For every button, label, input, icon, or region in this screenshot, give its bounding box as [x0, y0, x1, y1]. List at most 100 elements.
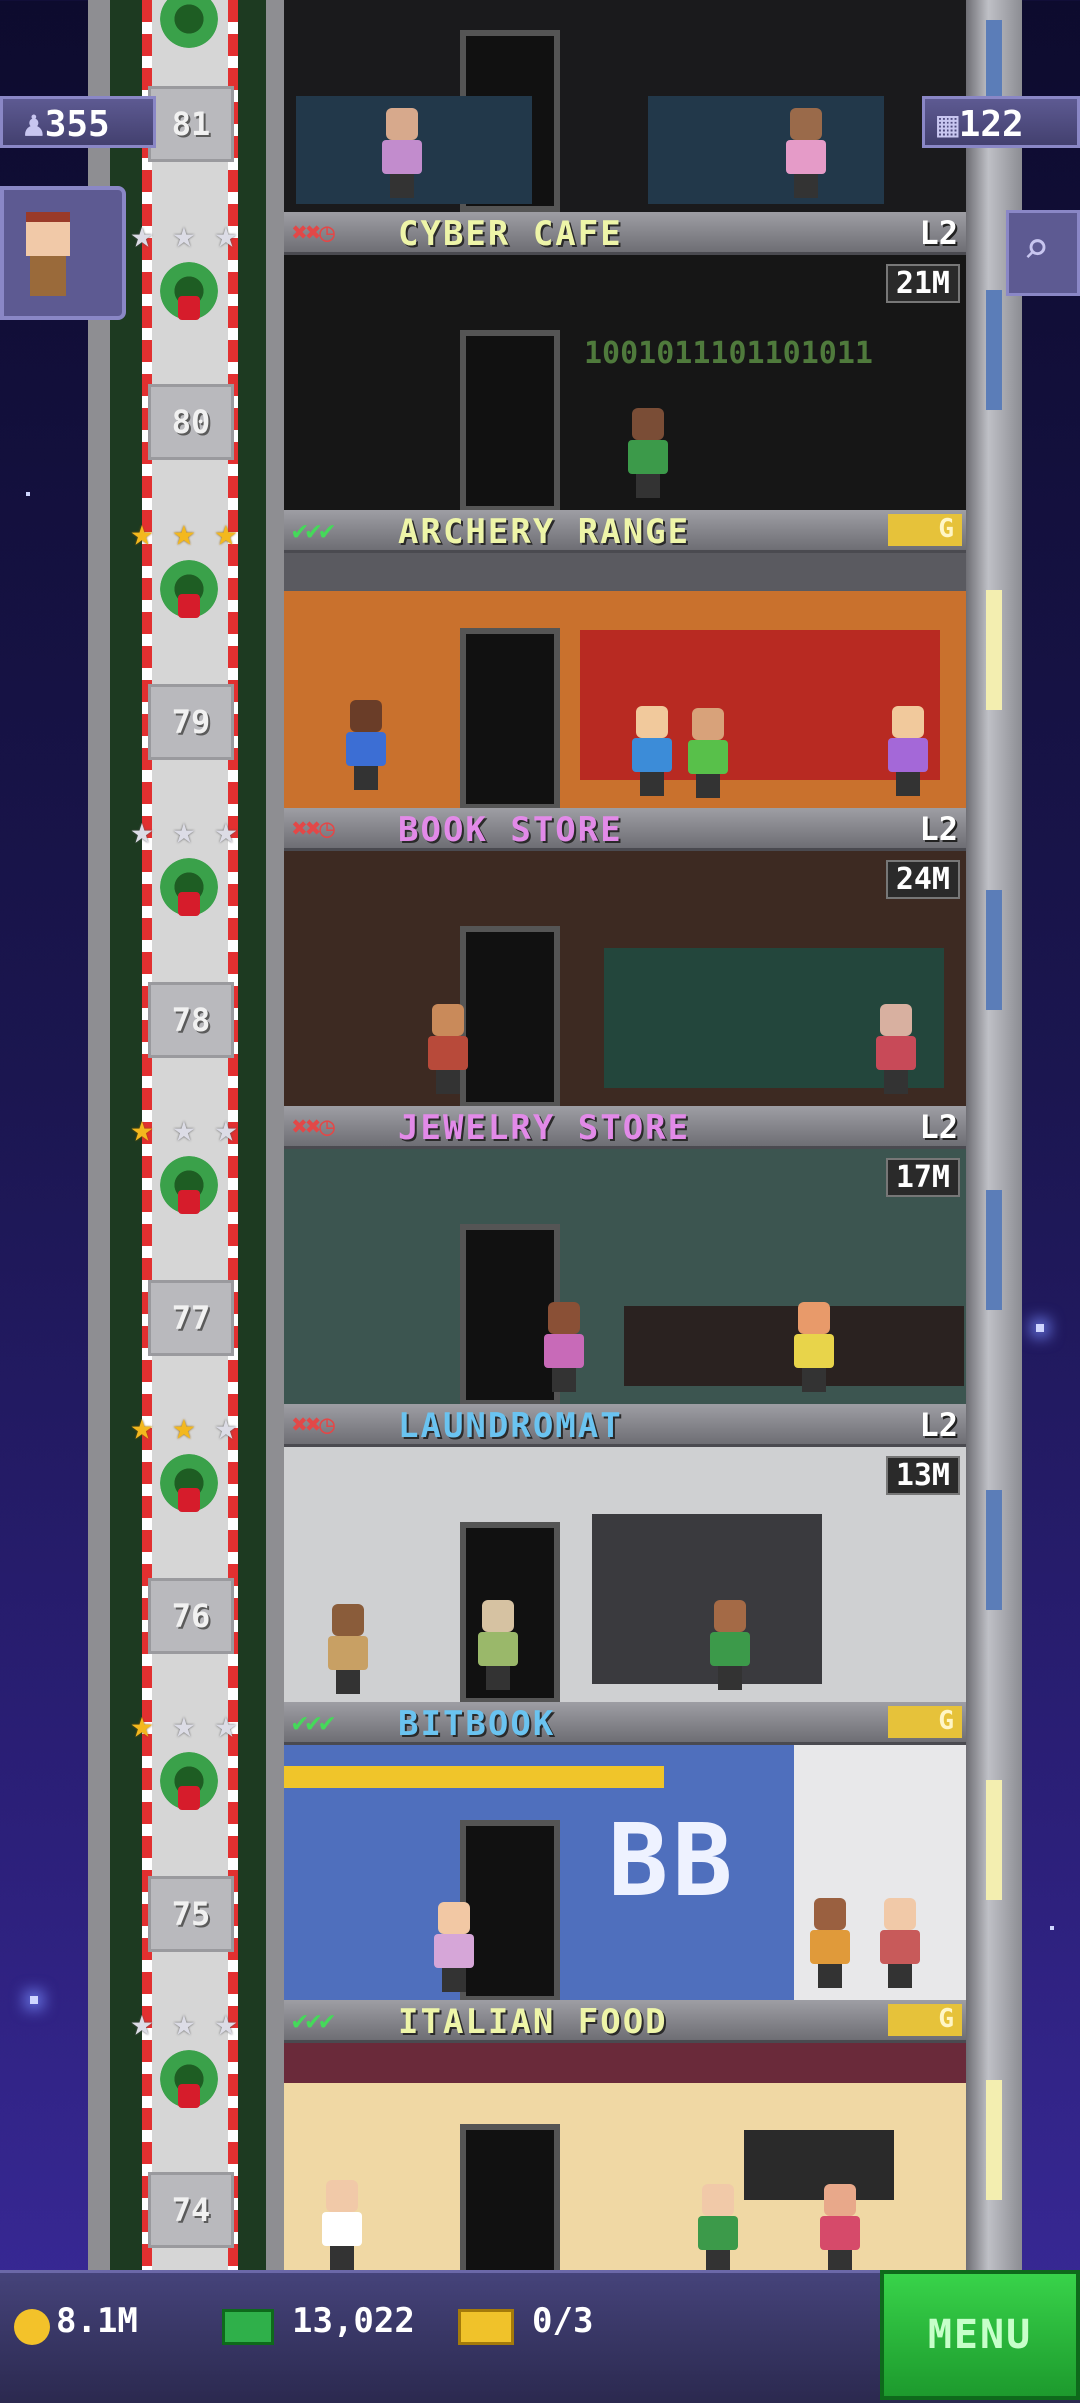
floor-title-bar: ✔✔✔ ITALIAN FOOD G — [284, 2000, 966, 2043]
silver-star-icon: ★ — [172, 1106, 196, 1150]
population-value: 355 — [44, 104, 110, 145]
floor-title-bar: ✔✔✔ ARCHERY RANGE G — [284, 510, 966, 553]
resident-figure[interactable] — [874, 1004, 918, 1094]
resident-figure[interactable] — [784, 108, 828, 198]
wreath-bow-icon — [178, 1786, 200, 1810]
floor-cyber-cafe[interactable]: ✖✖◷ CYBER CAFE L2 21M 1001011101101011 — [284, 212, 966, 510]
floor-number: 75 — [148, 1876, 234, 1952]
bux-value[interactable]: 13,022 — [292, 2301, 415, 2341]
bitizen-avatar-button[interactable] — [0, 186, 126, 320]
resident-figure[interactable] — [426, 1004, 470, 1094]
gold-star-icon: ★ — [130, 510, 154, 554]
silver-star-icon: ★ — [172, 2000, 196, 2044]
floor-title-bar: ✖✖◷ LAUNDROMAT L2 — [284, 1404, 966, 1447]
tower-window — [986, 1780, 1002, 1900]
gold-star-icon: ★ — [130, 1702, 154, 1746]
status-marks: ✔✔✔ — [292, 1708, 335, 1738]
resident-figure[interactable] — [344, 700, 388, 790]
floor-number: 79 — [148, 684, 234, 760]
floor-laundromat[interactable]: ✖✖◷ LAUNDROMAT L2 13M — [284, 1404, 966, 1702]
status-marks: ✖✖◷ — [292, 1410, 335, 1440]
wreath-bow-icon — [178, 892, 200, 916]
restock-timer[interactable]: 21M — [885, 264, 960, 303]
coin-icon — [14, 2309, 50, 2345]
floor-star-rating: ★ ★ ★ — [124, 212, 244, 256]
resident-figure[interactable] — [432, 1902, 476, 1992]
floor-title-bar: ✖✖◷ CYBER CAFE L2 — [284, 212, 966, 255]
silver-star-icon: ★ — [130, 2000, 154, 2044]
tower-window — [986, 590, 1002, 710]
population-counter[interactable]: ♟355 — [0, 96, 156, 148]
binary-decor-text: 1001011101101011 — [584, 336, 873, 371]
wreath-bow-icon — [178, 594, 200, 618]
floor-book-store[interactable]: ✖✖◷ BOOK STORE L2 24M — [284, 808, 966, 1106]
floor-star-rating: ★ ★ ★ — [124, 1106, 244, 1150]
coins-value[interactable]: 8.1M — [56, 2301, 138, 2341]
silver-star-icon: ★ — [214, 808, 238, 852]
wreath-bow-icon — [178, 296, 200, 320]
silver-star-icon: ★ — [172, 1702, 196, 1746]
restock-timer[interactable]: 13M — [885, 1456, 960, 1495]
silver-star-icon: ★ — [214, 1702, 238, 1746]
resident-figure[interactable] — [686, 708, 730, 798]
floor-name: LAUNDROMAT — [398, 1406, 623, 1446]
floor-door — [460, 330, 560, 510]
avatar-body — [30, 256, 66, 296]
silver-star-icon: ★ — [214, 212, 238, 256]
silver-star-icon: ★ — [172, 212, 196, 256]
gold-star-icon: ★ — [172, 510, 196, 554]
gold-star-icon: ★ — [130, 1404, 154, 1448]
resident-figure[interactable] — [808, 1898, 852, 1988]
floor-name: JEWELRY STORE — [398, 1108, 691, 1148]
resident-figure[interactable] — [476, 1600, 520, 1690]
floor-level: L2 — [919, 214, 958, 252]
floor-number: 74 — [148, 2172, 234, 2248]
floor-level: G — [888, 514, 962, 546]
silver-star-icon: ★ — [130, 808, 154, 852]
resident-figure[interactable] — [326, 1604, 370, 1694]
resident-figure[interactable] — [696, 2184, 740, 2270]
wreath-bow-icon — [178, 1488, 200, 1512]
person-icon: ♟ — [23, 104, 45, 145]
floor-jewelry-store[interactable]: ✖✖◷ JEWELRY STORE L2 17M — [284, 1106, 966, 1404]
silver-star-icon: ★ — [214, 1404, 238, 1448]
floor-star-rating: ★ ★ ★ — [124, 1702, 244, 1746]
resident-figure[interactable] — [630, 706, 674, 796]
floor-archery-range[interactable]: ✔✔✔ ARCHERY RANGE G — [284, 510, 966, 808]
background-star — [1050, 1926, 1054, 1930]
bitbook-logo-text: BB — [608, 1802, 737, 1919]
background-star — [30, 1996, 38, 2004]
resident-figure[interactable] — [380, 108, 424, 198]
resident-figure[interactable] — [626, 408, 670, 498]
floor-italian-food[interactable]: ✔✔✔ ITALIAN FOOD G — [284, 2000, 966, 2270]
resident-figure[interactable] — [886, 706, 930, 796]
floors-counter[interactable]: ▦122 — [922, 96, 1080, 148]
menu-button[interactable]: MENU — [880, 2270, 1080, 2400]
resident-figure[interactable] — [878, 1898, 922, 1988]
building-icon: ▦ — [937, 104, 959, 145]
status-marks: ✔✔✔ — [292, 516, 335, 546]
floor-star-rating: ★ ★ ★ — [124, 510, 244, 554]
restock-timer[interactable]: 24M — [885, 860, 960, 899]
floor-number: 77 — [148, 1280, 234, 1356]
tickets-value[interactable]: 0/3 — [532, 2301, 593, 2341]
tower-window — [986, 1190, 1002, 1310]
resident-figure[interactable] — [542, 1302, 586, 1392]
floor-number: 78 — [148, 982, 234, 1058]
floor-bitbook[interactable]: ✔✔✔ BITBOOK G BB — [284, 1702, 966, 2000]
resident-figure[interactable] — [792, 1302, 836, 1392]
gold-star-icon: ★ — [214, 510, 238, 554]
floor-level: L2 — [919, 1108, 958, 1146]
chef-figure[interactable] — [320, 2180, 364, 2270]
restock-timer[interactable]: 17M — [885, 1158, 960, 1197]
bux-icon — [222, 2309, 274, 2345]
status-marks: ✖✖◷ — [292, 1112, 335, 1142]
floor-star-rating: ★ ★ ★ — [124, 808, 244, 852]
resident-figure[interactable] — [708, 1600, 752, 1690]
floors-value: 122 — [958, 104, 1024, 145]
resident-figure[interactable] — [818, 2184, 862, 2270]
floor-81[interactable] — [284, 0, 966, 212]
avatar-head — [26, 212, 70, 256]
floor-title-bar: ✖✖◷ BOOK STORE L2 — [284, 808, 966, 851]
search-button[interactable]: ⌕ — [1006, 210, 1080, 296]
